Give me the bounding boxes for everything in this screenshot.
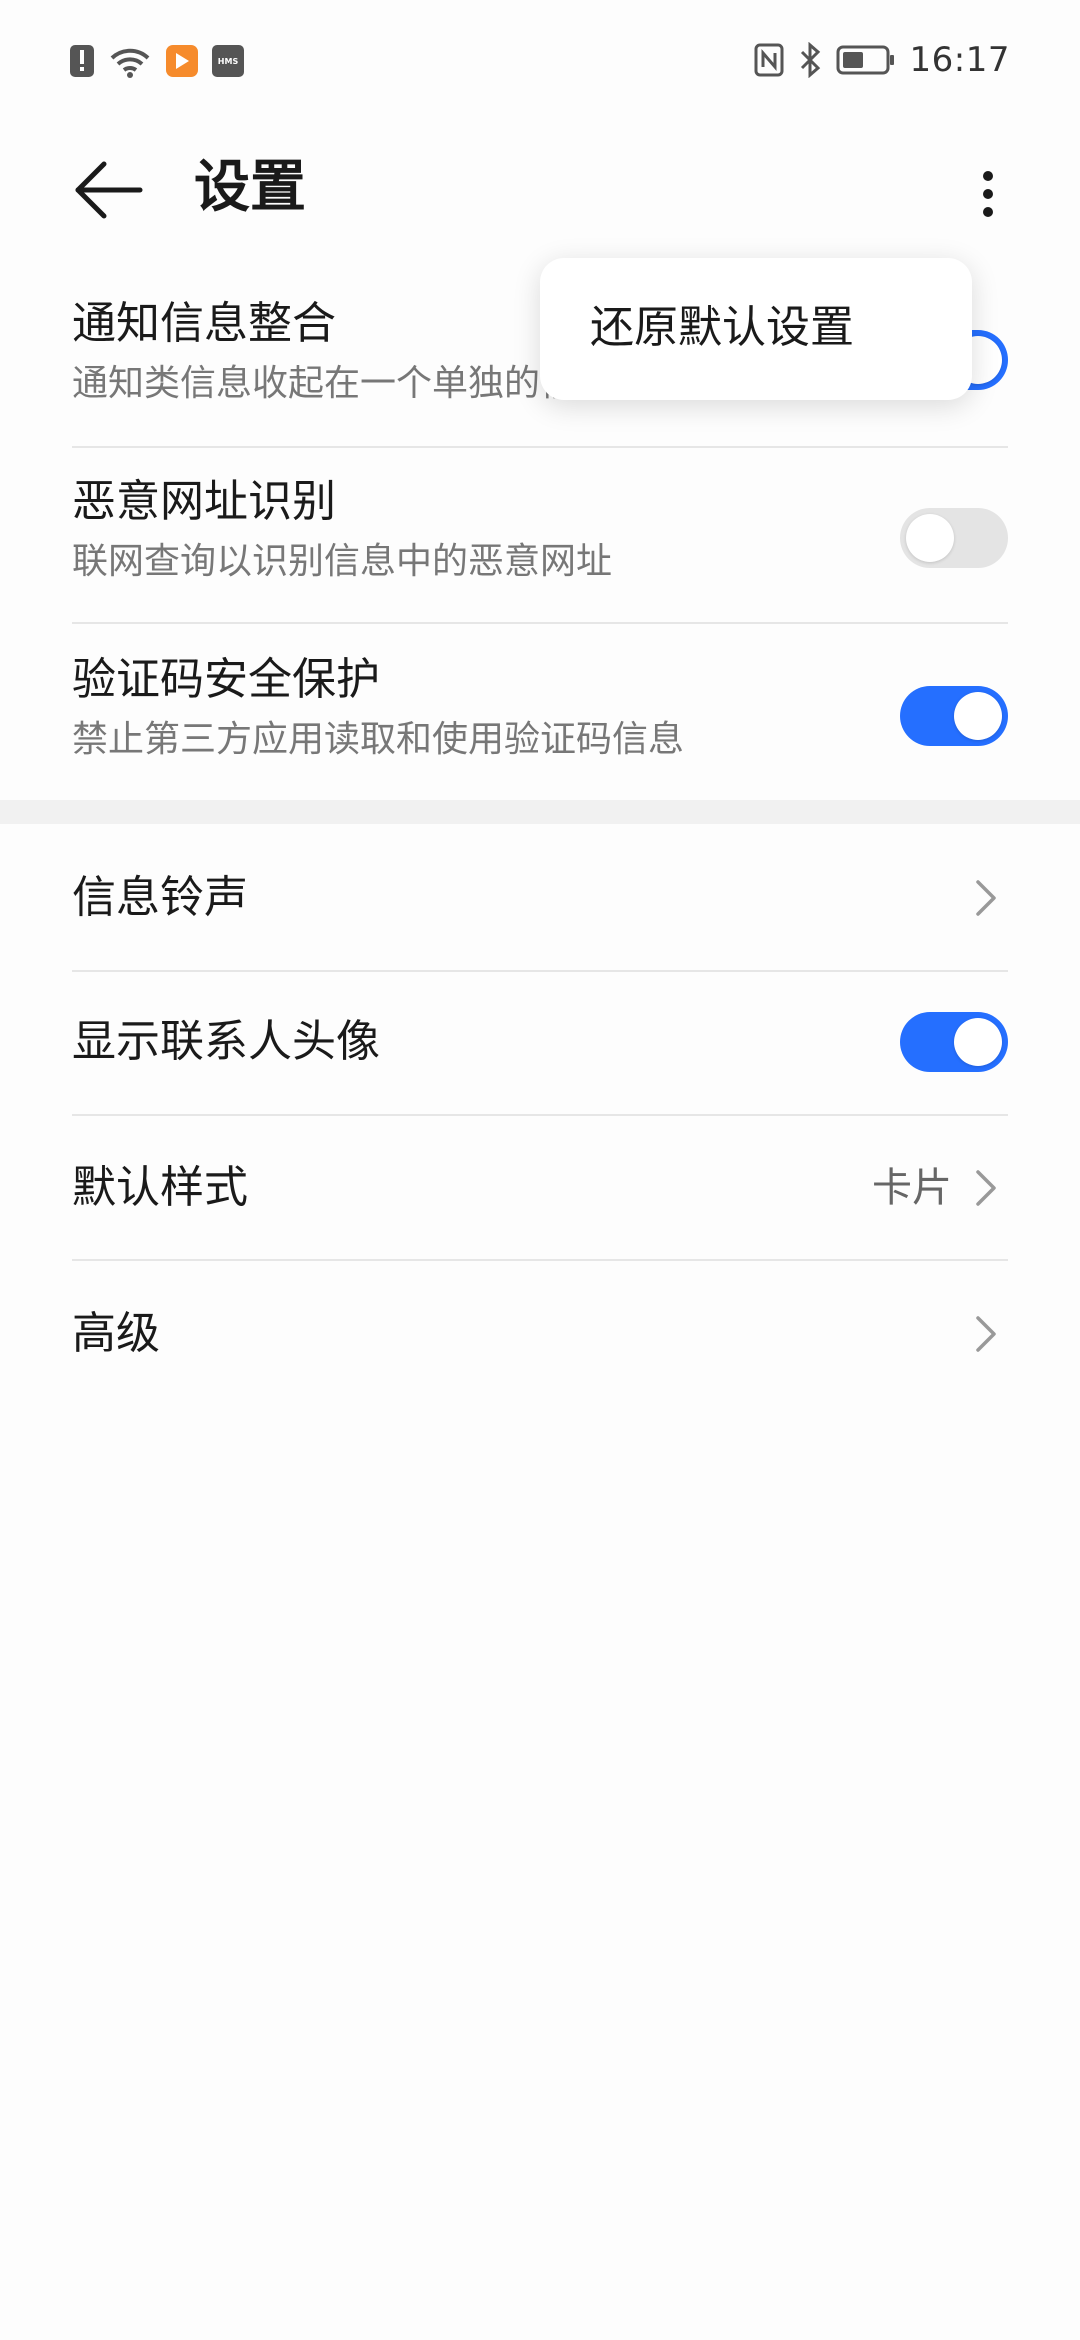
setting-show-avatar[interactable]: 显示联系人头像: [72, 1012, 1008, 1074]
setting-malicious-url[interactable]: 恶意网址识别 联网查询以识别信息中的恶意网址: [72, 474, 1008, 614]
overflow-menu-popup: 还原默认设置: [540, 258, 972, 400]
toggle-knob: [906, 514, 954, 562]
status-bar: HMS 16:17: [0, 0, 1080, 120]
setting-title: 恶意网址识别: [72, 476, 336, 527]
chevron-right-icon: [976, 1170, 996, 1206]
page-title: 设置: [194, 155, 306, 220]
setting-title: 高级: [72, 1308, 160, 1359]
more-options-icon[interactable]: [968, 150, 1008, 230]
status-bar-right: 16:17: [740, 40, 1010, 80]
setting-title: 显示联系人头像: [72, 1016, 380, 1067]
hms-icon: HMS: [212, 45, 244, 77]
bluetooth-icon: [800, 42, 820, 78]
setting-title: 信息铃声: [72, 872, 248, 923]
malicious-url-toggle[interactable]: [900, 508, 1008, 568]
divider: [72, 446, 1008, 448]
chevron-right-icon: [976, 1316, 996, 1352]
divider: [72, 1114, 1008, 1116]
back-arrow-icon[interactable]: [70, 150, 150, 230]
alert-icon: [70, 45, 94, 77]
setting-title: 验证码安全保护: [72, 654, 380, 705]
chevron-right-icon: [976, 880, 996, 916]
status-bar-left: HMS: [70, 44, 258, 78]
setting-advanced[interactable]: 高级: [72, 1306, 1008, 1362]
app-bar: 设置: [0, 130, 1080, 246]
video-app-icon: [166, 45, 198, 77]
nfc-icon: [754, 43, 784, 77]
setting-subtitle: 联网查询以识别信息中的恶意网址: [72, 541, 613, 582]
divider: [72, 1259, 1008, 1261]
setting-value: 卡片: [872, 1165, 952, 1211]
setting-ringtone[interactable]: 信息铃声: [72, 870, 1008, 926]
setting-title: 默认样式: [72, 1162, 248, 1213]
divider: [72, 970, 1008, 972]
setting-default-style[interactable]: 默认样式 卡片: [72, 1160, 1008, 1216]
toggle-knob: [954, 1018, 1002, 1066]
verification-code-toggle[interactable]: [900, 686, 1008, 746]
setting-verification-code[interactable]: 验证码安全保护 禁止第三方应用读取和使用验证码信息: [72, 652, 1008, 792]
section-separator: [0, 800, 1080, 824]
wifi-icon: [110, 48, 150, 78]
status-time: 16:17: [909, 40, 1010, 80]
setting-subtitle: 禁止第三方应用读取和使用验证码信息: [72, 719, 685, 760]
battery-icon: [836, 45, 894, 75]
restore-defaults-menu-item[interactable]: 还原默认设置: [590, 300, 854, 356]
divider: [72, 622, 1008, 624]
show-avatar-toggle[interactable]: [900, 1012, 1008, 1072]
toggle-knob: [954, 692, 1002, 740]
